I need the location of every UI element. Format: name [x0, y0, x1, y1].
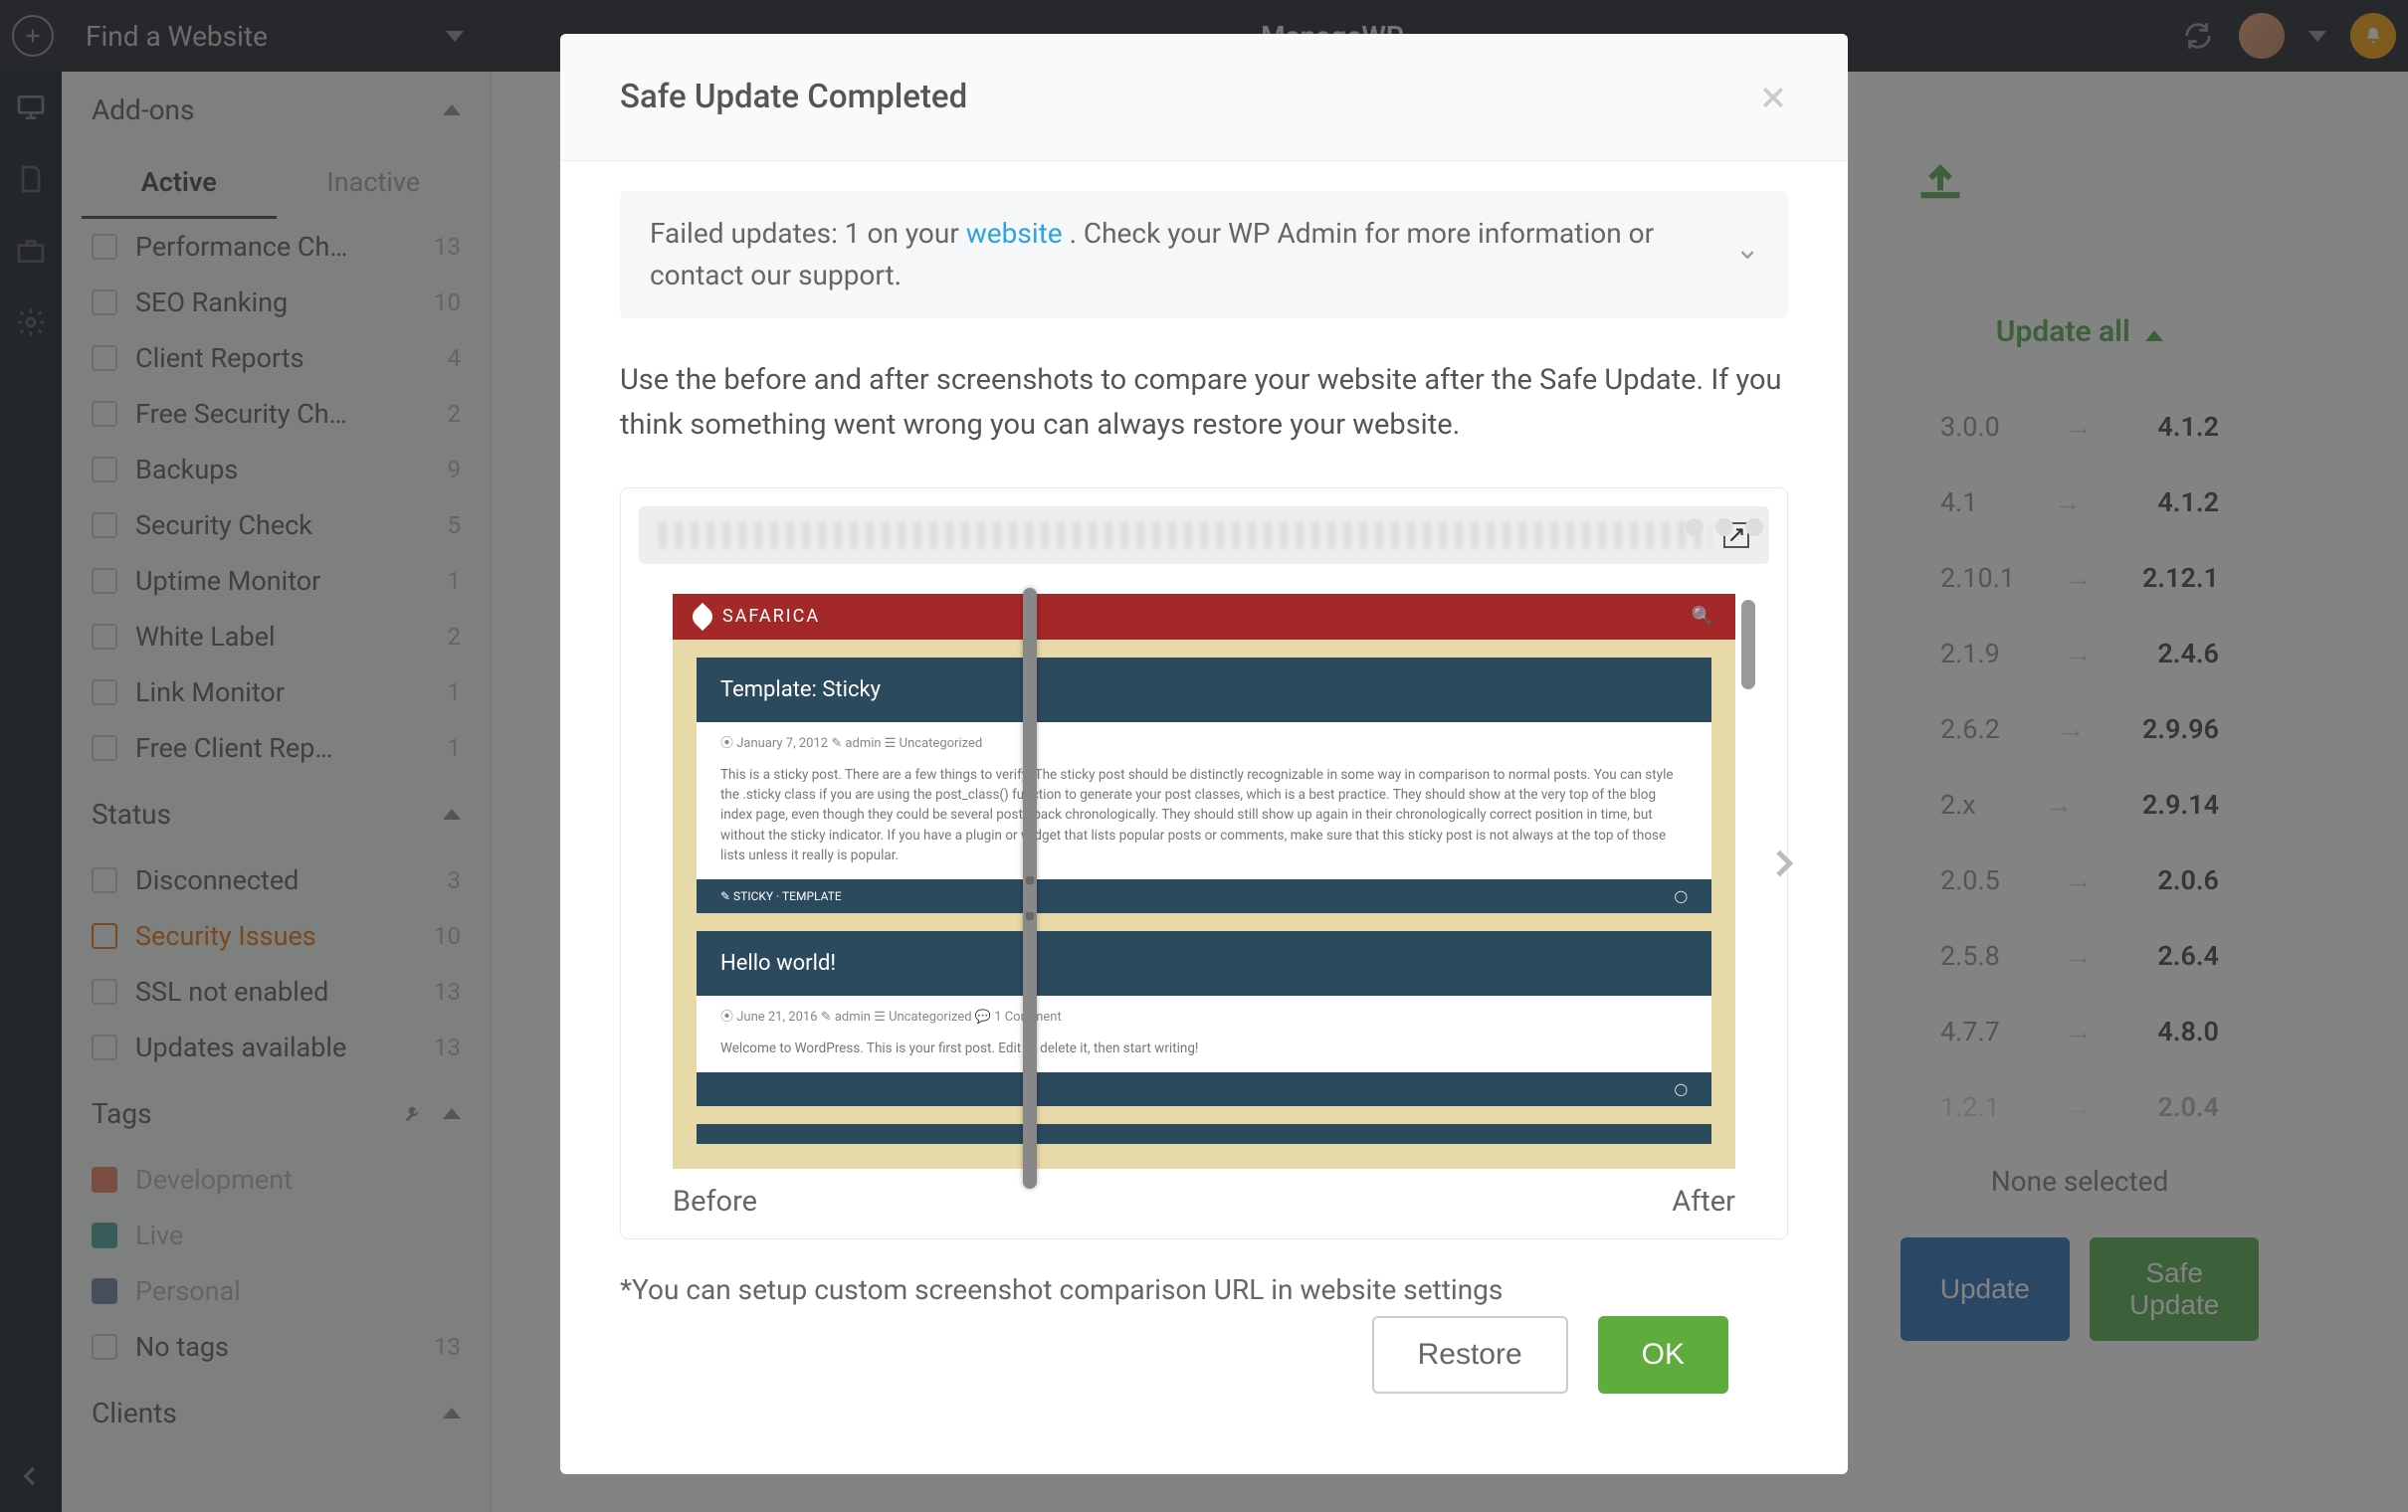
- modal-title: Safe Update Completed: [620, 78, 967, 116]
- modal-note: *You can setup custom screenshot compari…: [620, 1273, 1788, 1306]
- preview-post: Hello world! ⦿ June 21, 2016 ✎ admin ☰ U…: [697, 931, 1711, 1106]
- carousel-dots: [1686, 518, 1763, 536]
- modal-footer: Restore OK: [620, 1306, 1788, 1443]
- modal-description: Use the before and after screenshots to …: [620, 358, 1788, 448]
- website-link[interactable]: website: [966, 217, 1063, 250]
- modal-header: Safe Update Completed: [560, 34, 1848, 161]
- dot[interactable]: [1715, 518, 1733, 536]
- preview-comparison[interactable]: SAFARICA 🔍 Template: Sticky ⦿ January 7,…: [673, 594, 1735, 1169]
- before-label: Before: [673, 1185, 757, 1219]
- preview-site-header: SAFARICA 🔍: [673, 594, 1735, 640]
- circle-icon: ◯: [1675, 1082, 1688, 1096]
- before-after-labels: Before After: [633, 1169, 1775, 1219]
- blurred-url: [659, 521, 1711, 549]
- url-bar: [639, 506, 1769, 564]
- search-icon: 🔍: [1692, 606, 1715, 627]
- close-button[interactable]: [1758, 83, 1788, 112]
- comparison-slider-handle[interactable]: [1023, 588, 1037, 1189]
- ok-button[interactable]: OK: [1598, 1316, 1728, 1394]
- preview-scrollbar[interactable]: [1741, 600, 1755, 689]
- dot[interactable]: [1686, 518, 1704, 536]
- modal-overlay: Safe Update Completed Failed updates: 1 …: [0, 0, 2408, 1512]
- chevron-down-icon[interactable]: [1736, 242, 1758, 268]
- modal-body: Failed updates: 1 on your website . Chec…: [560, 161, 1848, 1474]
- after-label: After: [1672, 1185, 1735, 1219]
- preview-post: Template: Sticky ⦿ January 7, 2012 ✎ adm…: [697, 658, 1711, 913]
- comparison-box: SAFARICA 🔍 Template: Sticky ⦿ January 7,…: [620, 487, 1788, 1239]
- restore-button[interactable]: Restore: [1372, 1316, 1568, 1394]
- site-preview: SAFARICA 🔍 Template: Sticky ⦿ January 7,…: [673, 594, 1735, 1169]
- chevron-right-icon: [1763, 844, 1803, 883]
- banner-text: Failed updates: 1 on your website . Chec…: [650, 213, 1736, 296]
- safe-update-modal: Safe Update Completed Failed updates: 1 …: [560, 34, 1848, 1474]
- next-screenshot-button[interactable]: [1763, 844, 1803, 883]
- circle-icon: ◯: [1675, 889, 1688, 903]
- leaf-icon: [689, 603, 716, 631]
- dot[interactable]: [1745, 518, 1763, 536]
- close-icon: [1758, 83, 1788, 112]
- failed-updates-banner[interactable]: Failed updates: 1 on your website . Chec…: [620, 191, 1788, 318]
